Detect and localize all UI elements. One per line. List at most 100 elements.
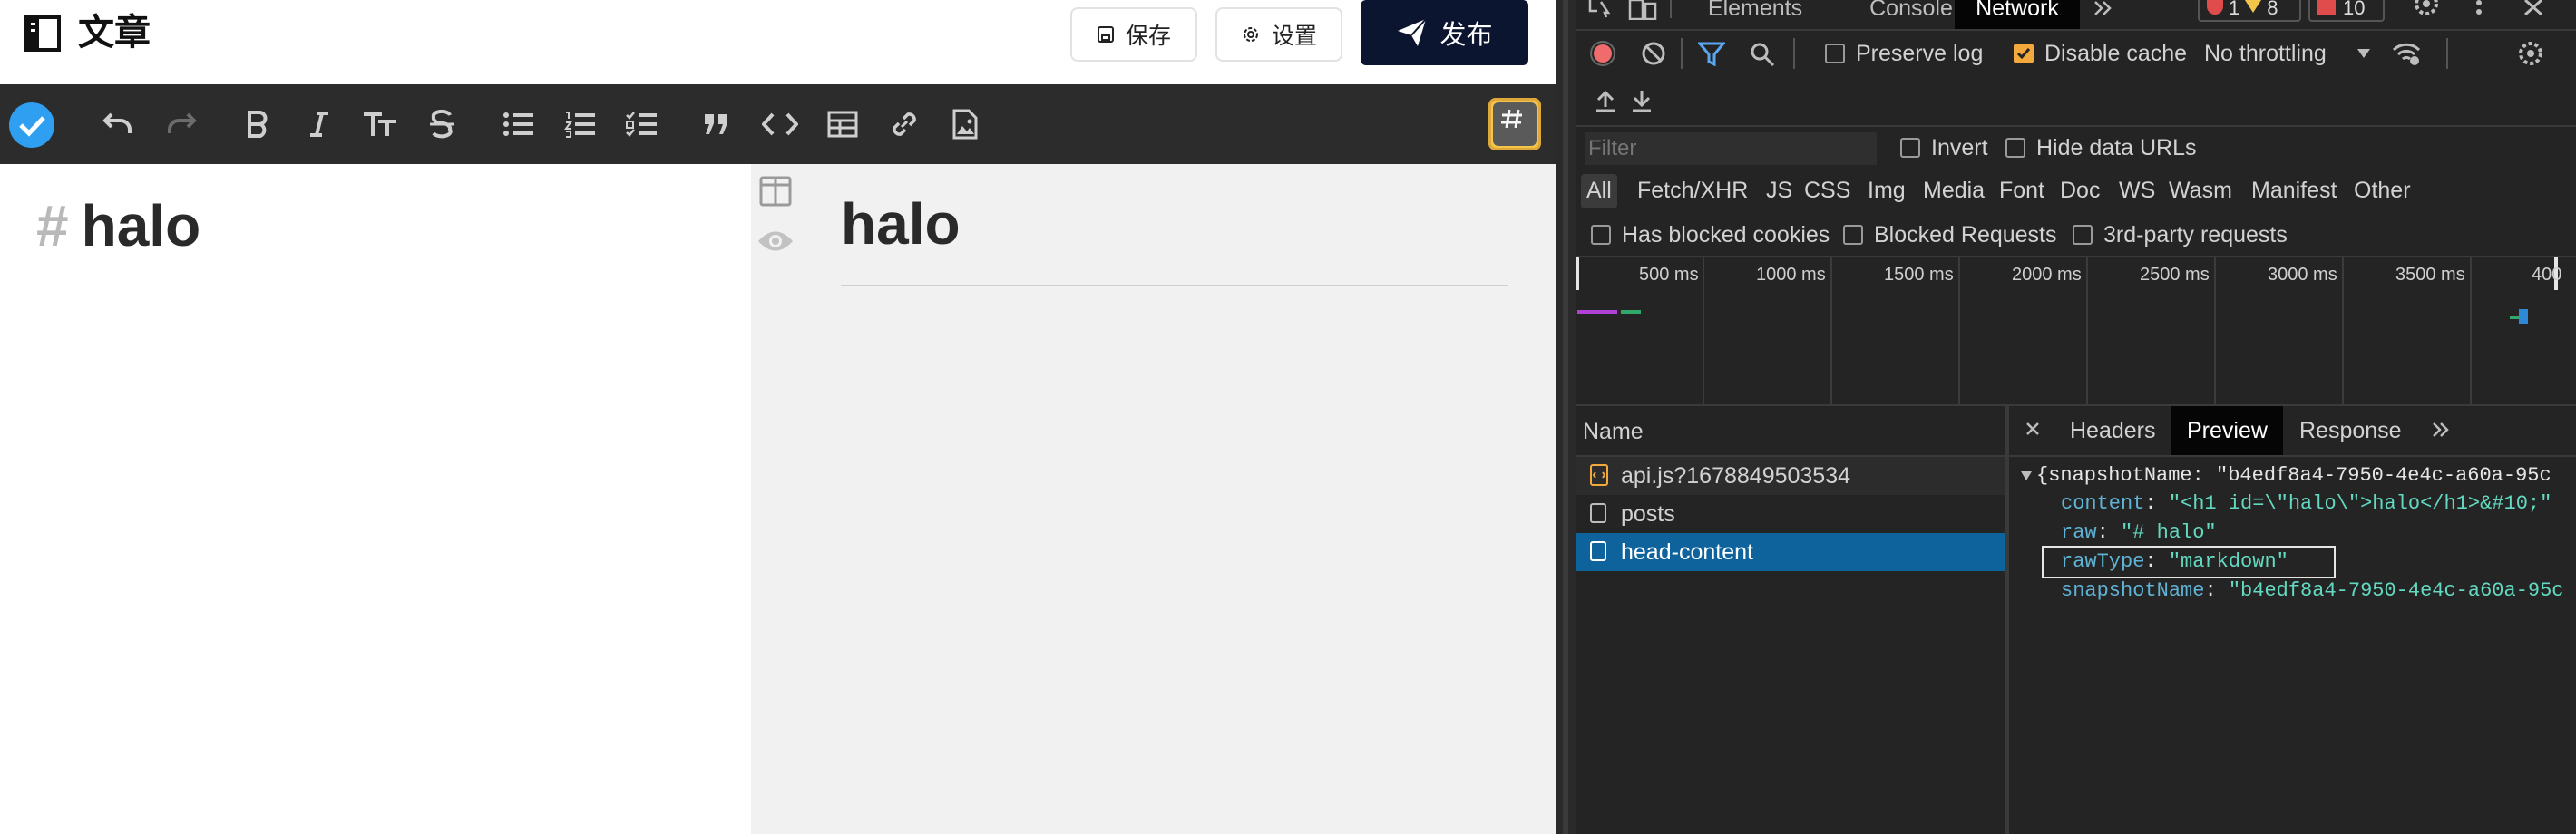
tab-network[interactable]: Network [1955, 0, 2080, 29]
invert-checkbox[interactable] [1900, 138, 1920, 158]
warning-icon [2245, 0, 2262, 13]
split-divider[interactable] [2005, 406, 2009, 834]
json-property-row[interactable]: content: "<h1 id=\"halo\">halo</h1>&#10;… [2061, 492, 2576, 515]
third-party-checkbox[interactable] [2073, 225, 2093, 245]
redo-icon[interactable] [161, 104, 201, 144]
throttling-select[interactable]: No throttling [2204, 41, 2327, 67]
link-icon[interactable] [884, 104, 924, 144]
type-filter-all[interactable]: All [1586, 178, 1612, 204]
publish-button[interactable]: 发布 [1361, 0, 1528, 65]
network-settings-gear-icon[interactable] [2517, 40, 2544, 67]
italic-icon[interactable] [299, 104, 339, 144]
device-toolbar-icon[interactable] [1628, 0, 1657, 20]
undo-icon[interactable] [98, 104, 138, 144]
record-icon[interactable] [1589, 40, 1616, 67]
json-value: "<h1 id=\"halo\">halo</h1>&#10;" [2168, 492, 2552, 515]
type-filter-manifest[interactable]: Manifest [2251, 178, 2337, 204]
import-har-icon[interactable] [1594, 89, 1617, 112]
task-list-icon[interactable] [622, 104, 662, 144]
inspect-element-icon[interactable] [1588, 0, 1615, 18]
panel-divider[interactable] [1556, 0, 1576, 834]
type-filter-ws[interactable]: WS [2119, 178, 2155, 204]
preserve-log-checkbox[interactable] [1825, 44, 1845, 63]
save-label: 保存 [1125, 23, 1171, 49]
tab-elements[interactable]: Elements [1687, 0, 1823, 29]
save-button[interactable]: 保存 [1070, 7, 1197, 62]
blocked-cookies-label: Has blocked cookies [1622, 222, 1830, 247]
quote-icon[interactable] [697, 104, 737, 144]
timeline-tick: 1500 ms [1884, 265, 1954, 285]
blocked-requests-checkbox[interactable] [1843, 225, 1863, 245]
settings-button[interactable]: 设置 [1215, 7, 1342, 62]
type-filter-img[interactable]: Img [1868, 178, 1906, 204]
table-icon[interactable] [823, 104, 863, 144]
export-har-icon[interactable] [1630, 89, 1654, 112]
timeline-tick: 2000 ms [2012, 265, 2082, 285]
name-column-header[interactable]: Name [1583, 419, 1644, 445]
toolbar-separator [1681, 38, 1683, 69]
blocked-cookies-checkbox[interactable] [1591, 225, 1611, 245]
more-tabs-icon[interactable] [2093, 0, 2114, 16]
hide-data-urls-checkbox[interactable] [2005, 138, 2025, 158]
issues-count-badge[interactable]: 10 [2308, 0, 2385, 22]
sidebar-toggle-icon[interactable] [24, 15, 62, 53]
tab-response[interactable]: Response [2299, 418, 2402, 444]
type-filter-css[interactable]: CSS [1804, 178, 1850, 204]
editor-app: 文章 保存 设置 发布 # halo halo [0, 0, 1556, 834]
json-property-row[interactable]: snapshotName: "b4edf8a4-7950-4e4c-a60a-9… [2061, 579, 2576, 602]
detail-tabs-border [2009, 455, 2576, 457]
expand-triangle-icon[interactable] [2020, 470, 2033, 481]
type-filter-font[interactable]: Font [1999, 178, 2044, 204]
eye-icon[interactable] [756, 228, 795, 255]
grid-line [2342, 257, 2344, 404]
close-devtools-icon[interactable] [2523, 0, 2545, 16]
clear-icon[interactable] [1641, 41, 1666, 66]
chevron-down-icon[interactable] [2356, 47, 2372, 60]
disable-cache-checkbox[interactable] [2014, 44, 2034, 63]
search-icon[interactable] [1750, 42, 1775, 67]
timeline-tick: 400 [2532, 265, 2562, 285]
type-filter-other[interactable]: Other [2354, 178, 2411, 204]
timeline-handle-left[interactable] [1576, 257, 1579, 290]
tab-preview[interactable]: Preview [2187, 418, 2268, 444]
settings-gear-icon[interactable] [2415, 0, 2438, 16]
error-count-badge[interactable]: 1 8 [2198, 0, 2301, 22]
json-root-summary[interactable]: {snapshotName: "b4edf8a4-7950-4e4c-a60a-… [2036, 464, 2576, 487]
bullet-list-icon[interactable] [499, 104, 539, 144]
top-bar: 文章 保存 设置 发布 [0, 0, 1556, 84]
check-circle-icon[interactable] [8, 102, 55, 149]
json-property-row[interactable]: rawType: "markdown" [2061, 550, 2288, 573]
timeline-tick: 500 ms [1639, 265, 1699, 285]
send-icon [1396, 17, 1429, 48]
save-icon [1097, 25, 1115, 44]
type-filter-fetch-xhr[interactable]: Fetch/XHR [1637, 178, 1748, 204]
heading-icon[interactable] [360, 104, 400, 144]
request-name: api.js?1678849503534 [1621, 463, 1851, 489]
kebab-menu-icon[interactable] [2475, 0, 2483, 18]
bold-icon[interactable] [238, 104, 278, 144]
ordered-list-icon[interactable] [561, 104, 600, 144]
toolbar-separator [2446, 38, 2448, 69]
filter-icon[interactable] [1698, 42, 1725, 67]
markdown-hash-toggle-icon[interactable] [1488, 98, 1541, 150]
type-filter-wasm[interactable]: Wasm [2169, 178, 2232, 204]
strikethrough-icon[interactable] [422, 104, 462, 144]
editor-line-1[interactable]: # halo [36, 189, 200, 262]
type-filter-media[interactable]: Media [1923, 178, 1985, 204]
script-file-icon [1590, 464, 1608, 486]
json-key: snapshotName [2061, 579, 2205, 602]
close-detail-icon[interactable] [2025, 421, 2041, 437]
network-conditions-icon[interactable] [2392, 41, 2423, 66]
tab-headers[interactable]: Headers [2070, 418, 2156, 444]
filter-input[interactable] [1585, 132, 1877, 165]
more-detail-tabs-icon[interactable] [2431, 422, 2451, 438]
code-icon[interactable] [760, 104, 800, 144]
split-view-icon[interactable] [759, 176, 792, 207]
json-property-row[interactable]: raw: "# halo" [2061, 521, 2217, 544]
type-filter-js[interactable]: JS [1766, 178, 1792, 204]
grid-line [1830, 257, 1832, 404]
type-filter-doc[interactable]: Doc [2060, 178, 2100, 204]
markdown-preview: halo [751, 164, 1556, 834]
markdown-editor[interactable]: # halo [0, 164, 751, 834]
image-icon[interactable] [945, 104, 985, 144]
